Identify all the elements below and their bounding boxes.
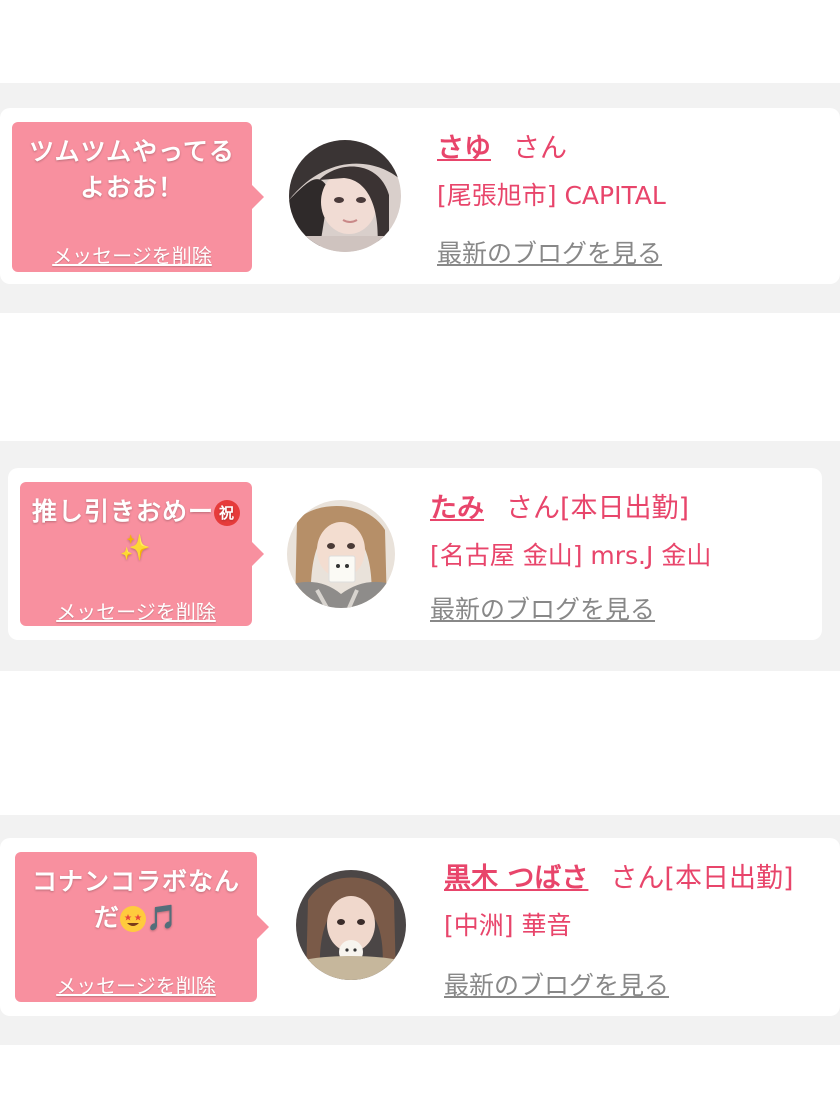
favorite-card-1: ツムツムやってるよおお！ メッセージを削除 さゆ さん [尾張旭市] CAPITA… (0, 108, 840, 284)
message-text: ツムツムやってるよおお！ (29, 137, 235, 202)
name-line: さゆ さん (437, 126, 567, 165)
favorite-card-3: コナンコラボなんだ 🎵 メッセージを削除 黒木 つばさ さん[本日出勤] [中洲] … (0, 838, 840, 1016)
favorite-card-2: 推し引きおめー祝 ✨ メッセージを削除 たみ さん[本日出勤] [名古屋 金山] … (8, 468, 822, 640)
cast-name-link[interactable]: 黒木 つばさ (444, 863, 588, 894)
shop-label: [名古屋 金山] mrs.J 金山 (430, 541, 712, 570)
delete-message-link[interactable]: メッセージを削除 (15, 970, 257, 999)
music-note-icon: 🎵 (145, 903, 179, 932)
message-bubble: ツムツムやってるよおお！ メッセージを削除 (12, 122, 264, 272)
message-bubble: コナンコラボなんだ 🎵 メッセージを削除 (15, 852, 269, 1002)
message-text-body: 推し引きおめー (31, 497, 214, 526)
star-struck-face-icon (119, 906, 146, 932)
attendance-status: [本日出勤] (664, 863, 794, 894)
latest-blog-link[interactable]: 最新のブログを見る (444, 966, 669, 1002)
honorific: さん (610, 863, 665, 894)
honorific: さん (506, 493, 560, 524)
latest-blog-link[interactable]: 最新のブログを見る (430, 590, 655, 626)
sparkles-icon: ✨ (119, 533, 153, 562)
latest-blog-link[interactable]: 最新のブログを見る (437, 234, 662, 270)
name-line: 黒木 つばさ さん[本日出勤] (444, 856, 793, 895)
cast-name-link[interactable]: たみ (430, 493, 484, 524)
delete-message-link[interactable]: メッセージを削除 (12, 240, 252, 269)
avatar[interactable] (289, 140, 401, 252)
iwai-icon: 祝 (214, 500, 240, 526)
delete-message-link[interactable]: メッセージを削除 (20, 596, 252, 625)
shop-label: [尾張旭市] CAPITAL (437, 181, 666, 210)
cast-name-link[interactable]: さゆ (437, 133, 491, 164)
attendance-status: [本日出勤] (560, 493, 690, 524)
avatar[interactable] (287, 500, 395, 608)
message-text: コナンコラボなんだ 🎵 (23, 864, 249, 936)
avatar[interactable] (296, 870, 406, 980)
name-line: たみ さん[本日出勤] (430, 486, 689, 525)
honorific: さん (513, 133, 567, 164)
message-text: 推し引きおめー祝 ✨ (28, 494, 244, 566)
message-bubble: 推し引きおめー祝 ✨ メッセージを削除 (20, 482, 264, 626)
shop-label: [中洲] 華音 (444, 911, 572, 940)
